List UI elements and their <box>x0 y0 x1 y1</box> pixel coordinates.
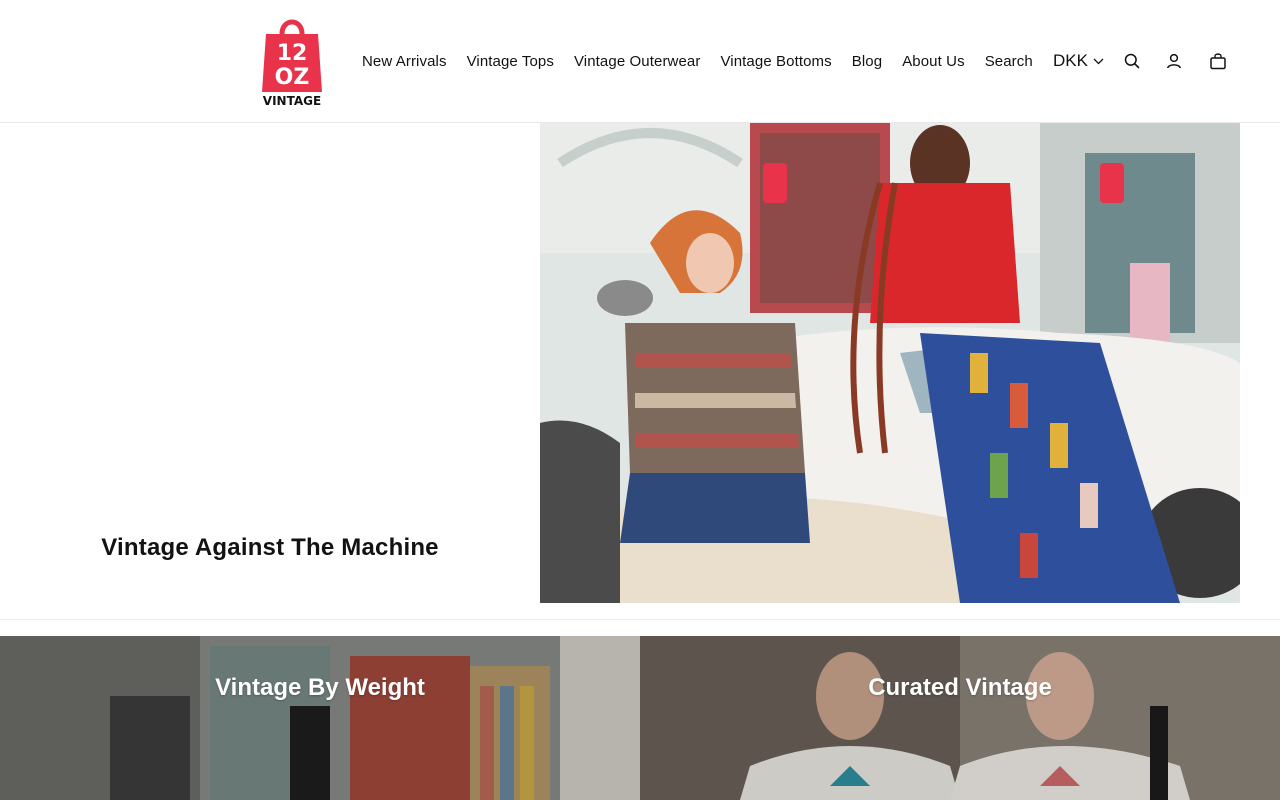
currency-label: DKK <box>1053 51 1088 70</box>
nav-about-us[interactable]: About Us <box>892 53 975 70</box>
logo-text-line1: 12 <box>277 41 308 66</box>
collection-image-vintage-by-weight <box>0 636 640 800</box>
collection-title-vintage-by-weight: Vintage By Weight <box>215 674 425 701</box>
currency-selector[interactable]: DKK <box>1053 50 1104 72</box>
account-button[interactable] <box>1161 48 1187 74</box>
nav-vintage-tops[interactable]: Vintage Tops <box>457 53 564 70</box>
header-search-button[interactable] <box>1119 48 1145 74</box>
nav-vintage-outerwear[interactable]: Vintage Outerwear <box>564 53 711 70</box>
collection-card-curated-vintage[interactable]: Curated Vintage <box>640 636 1280 800</box>
nav-search[interactable]: Search <box>975 53 1043 70</box>
section-divider <box>0 619 1280 620</box>
collection-title-curated-vintage: Curated Vintage <box>868 674 1052 701</box>
cart-icon <box>1210 53 1226 70</box>
nav-new-arrivals[interactable]: New Arrivals <box>352 53 457 70</box>
store-logo[interactable]: 12 OZ VINTAGE <box>258 14 326 108</box>
cart-button[interactable] <box>1205 48 1231 74</box>
shopping-bag-logo-icon: 12 OZ VINTAGE <box>262 19 322 108</box>
logo-text-line3: VINTAGE <box>263 94 321 108</box>
site-header: 12 OZ VINTAGE New Arrivals Vintage Tops … <box>0 0 1280 123</box>
collection-image-curated-vintage <box>640 636 1280 800</box>
nav-blog[interactable]: Blog <box>842 53 892 70</box>
logo-text-line2: OZ <box>275 65 310 90</box>
hero-text-panel <box>0 123 540 603</box>
collection-card-vintage-by-weight[interactable]: Vintage By Weight <box>0 636 640 800</box>
hero-title: Vintage Against The Machine <box>101 534 439 561</box>
hero-image <box>540 123 1240 603</box>
account-icon <box>1167 53 1181 69</box>
hero-photo-illustration <box>540 123 1240 603</box>
chevron-down-icon <box>1093 58 1104 64</box>
search-icon <box>1124 53 1140 69</box>
nav-vintage-bottoms[interactable]: Vintage Bottoms <box>710 53 841 70</box>
main-navigation: New Arrivals Vintage Tops Vintage Outerw… <box>352 49 1043 73</box>
